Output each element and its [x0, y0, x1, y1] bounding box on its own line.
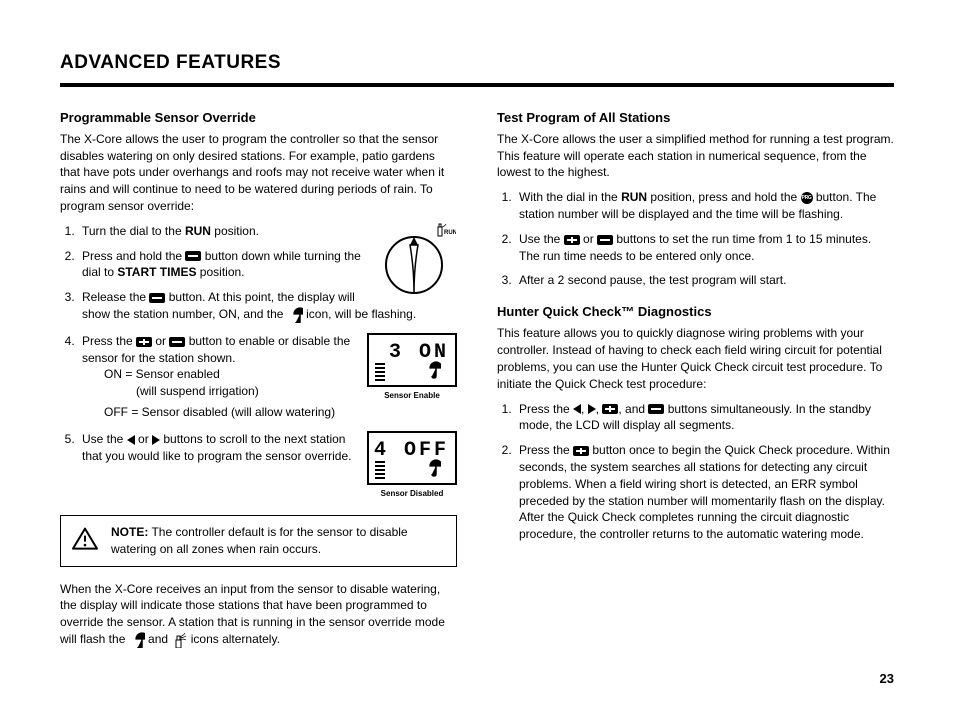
r-step-1: With the dial in the RUN position, press…: [515, 189, 894, 223]
title-rule: [60, 83, 894, 87]
note-box: NOTE: The controller default is for the …: [60, 515, 457, 567]
right-column: Test Program of All Stations The X-Core …: [497, 109, 894, 656]
heading-sensor-override: Programmable Sensor Override: [60, 109, 457, 127]
plus-icon: [136, 337, 152, 347]
intro-sensor-override: The X-Core allows the user to program th…: [60, 131, 457, 215]
warning-icon: [71, 526, 99, 555]
right-arrow-icon: [152, 435, 160, 445]
left-arrow-icon: [573, 404, 581, 414]
plus-icon: [573, 446, 589, 456]
lcd-sensor-disabled: 4 OFF Sensor Disabled: [367, 431, 457, 499]
bars-icon: [375, 459, 385, 479]
r-step-2: Use the or buttons to set the run time f…: [515, 231, 894, 265]
dial-figure: RUN: [377, 223, 457, 306]
umbrella-icon: [129, 632, 145, 646]
bars-icon: [375, 361, 385, 381]
page-number: 23: [880, 670, 894, 688]
dial-run-label: RUN: [444, 230, 456, 236]
minus-icon: [185, 251, 201, 261]
heading-test-program: Test Program of All Stations: [497, 109, 894, 127]
umbrella-icon: [423, 361, 441, 384]
intro-quick-check: This feature allows you to quickly diagn…: [497, 325, 894, 392]
r-step-3: After a 2 second pause, the test program…: [515, 272, 894, 289]
minus-icon: [169, 337, 185, 347]
steps-quick-check: Press the , , , and buttons simultaneous…: [497, 401, 894, 543]
sprinkler-icon: [171, 632, 187, 646]
umbrella-icon: [287, 307, 303, 321]
prg-icon: [801, 192, 813, 204]
umbrella-icon: [423, 459, 441, 482]
minus-icon: [648, 404, 664, 414]
left-arrow-icon: [127, 435, 135, 445]
dial-icon: RUN: [378, 223, 456, 301]
lcd2-caption: Sensor Disabled: [367, 488, 457, 499]
off-label: OFF = Sensor disabled (will allow wateri…: [104, 404, 457, 421]
steps-test-program: With the dial in the RUN position, press…: [497, 189, 894, 289]
q-step-2: Press the button once to begin the Quick…: [515, 442, 894, 543]
page-title: ADVANCED FEATURES: [60, 50, 894, 77]
plus-icon: [602, 404, 618, 414]
lcd1-caption: Sensor Enable: [367, 390, 457, 401]
q-step-1: Press the , , , and buttons simultaneous…: [515, 401, 894, 435]
content-columns: Programmable Sensor Override The X-Core …: [60, 109, 894, 656]
minus-icon: [149, 293, 165, 303]
intro-test-program: The X-Core allows the user a simplified …: [497, 131, 894, 181]
closing-paragraph: When the X-Core receives an input from t…: [60, 581, 457, 648]
minus-icon: [597, 235, 613, 245]
left-column: Programmable Sensor Override The X-Core …: [60, 109, 457, 656]
heading-quick-check: Hunter Quick Check™ Diagnostics: [497, 303, 894, 321]
plus-icon: [564, 235, 580, 245]
right-arrow-icon: [588, 404, 596, 414]
lcd-sensor-enable: 3 ON Sensor Enable: [367, 333, 457, 401]
